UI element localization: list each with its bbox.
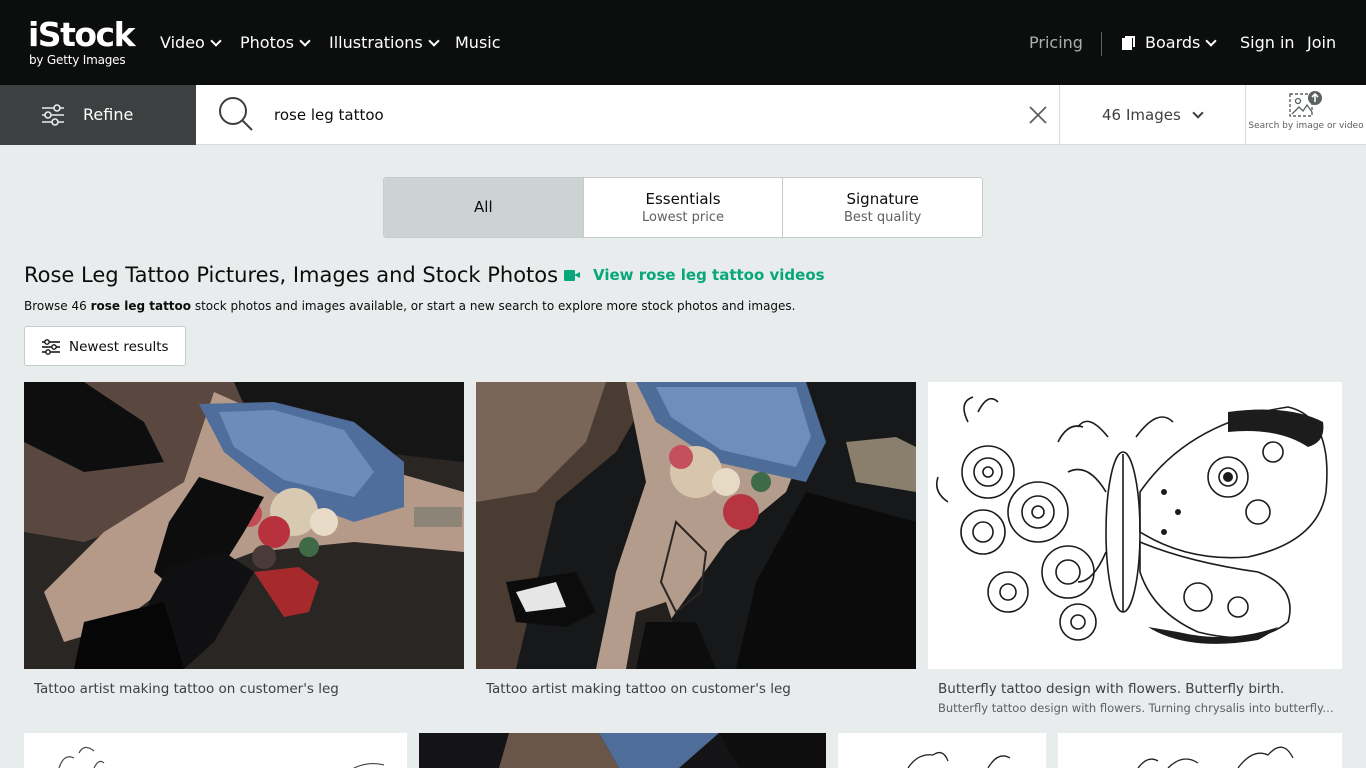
tab-all-label: All — [474, 198, 493, 216]
media-type-label: Images — [1126, 106, 1181, 124]
result-caption: Tattoo artist making tattoo on customer'… — [34, 681, 339, 697]
result-description: Butterfly tattoo design with flowers. Tu… — [938, 701, 1334, 715]
result-card[interactable] — [419, 733, 826, 768]
filter-sliders-icon — [42, 104, 64, 126]
search-input[interactable] — [272, 99, 1012, 131]
istock-logo[interactable]: iStock by Getty Images — [28, 17, 138, 69]
result-card[interactable]: Tattoo artist making tattoo on customer'… — [24, 382, 464, 712]
nav-music[interactable]: Music — [455, 33, 501, 53]
nav-video-label: Video — [160, 33, 205, 52]
nav-video[interactable]: Video — [160, 33, 222, 53]
result-thumbnail[interactable] — [928, 382, 1342, 669]
result-card[interactable]: Tattoo artist making tattoo on customer'… — [476, 382, 916, 712]
search-icon — [219, 97, 253, 131]
tab-signature[interactable]: Signature Best quality — [783, 178, 982, 237]
result-thumbnail[interactable] — [419, 733, 826, 768]
result-caption: Butterfly tattoo design with flowers. Bu… — [938, 681, 1285, 697]
result-thumbnail[interactable] — [1058, 733, 1342, 768]
tab-essentials[interactable]: Essentials Lowest price — [584, 178, 784, 237]
tab-signature-subtitle: Best quality — [843, 209, 922, 225]
nav-photos-label: Photos — [240, 33, 294, 52]
result-count: 46 — [1102, 106, 1122, 124]
nav-divider — [1101, 32, 1102, 56]
refine-label: Refine — [83, 105, 134, 124]
browse-term: rose leg tattoo — [90, 299, 192, 313]
nav-photos[interactable]: Photos — [240, 33, 311, 53]
browse-description: Browse 46 rose leg tattoo stock photos a… — [24, 298, 796, 314]
browse-prefix: Browse 46 — [24, 299, 91, 313]
chevron-down-icon — [428, 34, 440, 47]
tab-essentials-subtitle: Lowest price — [642, 209, 724, 225]
tab-essentials-label: Essentials — [645, 189, 721, 208]
result-card[interactable]: Butterfly tattoo design with flowers. Bu… — [928, 382, 1342, 722]
chevron-down-icon — [210, 34, 222, 47]
view-videos-label: View rose leg tattoo videos — [593, 266, 825, 284]
boards-menu[interactable]: Boards — [1122, 33, 1218, 53]
video-camera-icon — [564, 269, 580, 281]
tab-all[interactable]: All — [384, 178, 584, 237]
image-upload-icon — [1289, 91, 1322, 117]
sort-sliders-icon — [42, 339, 60, 355]
search-by-image-button[interactable]: Search by image or video — [1246, 85, 1366, 145]
page-title: Rose Leg Tattoo Pictures, Images and Sto… — [24, 263, 559, 287]
search-bar: Refine 46 Images Search by image or vide… — [0, 85, 1366, 145]
sort-label: Newest results — [69, 339, 169, 355]
search-by-image-label: Search by image or video — [1248, 121, 1364, 131]
result-thumbnail[interactable] — [24, 382, 464, 669]
result-thumbnail[interactable] — [24, 733, 407, 768]
chevron-down-icon — [1205, 34, 1218, 47]
sign-in-link[interactable]: Sign in — [1240, 33, 1295, 53]
logo-wordmark: iStock — [28, 15, 136, 54]
join-link[interactable]: Join — [1307, 33, 1336, 53]
nav-illustrations[interactable]: Illustrations — [329, 33, 440, 53]
result-thumbnail[interactable] — [476, 382, 916, 669]
nav-illustrations-label: Illustrations — [329, 33, 423, 52]
license-tabs: All Essentials Lowest price Signature Be… — [383, 177, 983, 238]
nav-pricing[interactable]: Pricing — [1029, 33, 1083, 53]
logo-tagline: by Getty Images — [29, 53, 126, 67]
chevron-down-icon — [299, 34, 311, 47]
media-type-select[interactable]: 46 Images — [1060, 85, 1245, 145]
browse-suffix: stock photos and images available, or st… — [191, 299, 796, 313]
result-card[interactable] — [24, 733, 407, 768]
top-header: iStock by Getty Images Video Photos Illu… — [0, 0, 1366, 85]
result-card[interactable] — [838, 733, 1046, 768]
result-thumbnail[interactable] — [838, 733, 1046, 768]
tab-signature-label: Signature — [846, 189, 919, 208]
close-icon[interactable] — [1027, 104, 1049, 126]
sort-button[interactable]: Newest results — [24, 326, 186, 366]
result-caption: Tattoo artist making tattoo on customer'… — [486, 681, 791, 697]
view-videos-link[interactable]: View rose leg tattoo videos — [564, 265, 825, 285]
boards-icon — [1122, 36, 1136, 50]
boards-label: Boards — [1145, 33, 1201, 52]
refine-button[interactable]: Refine — [0, 85, 196, 145]
result-card[interactable] — [1058, 733, 1342, 768]
chevron-down-icon — [1192, 107, 1204, 119]
nav-music-label: Music — [455, 33, 501, 52]
